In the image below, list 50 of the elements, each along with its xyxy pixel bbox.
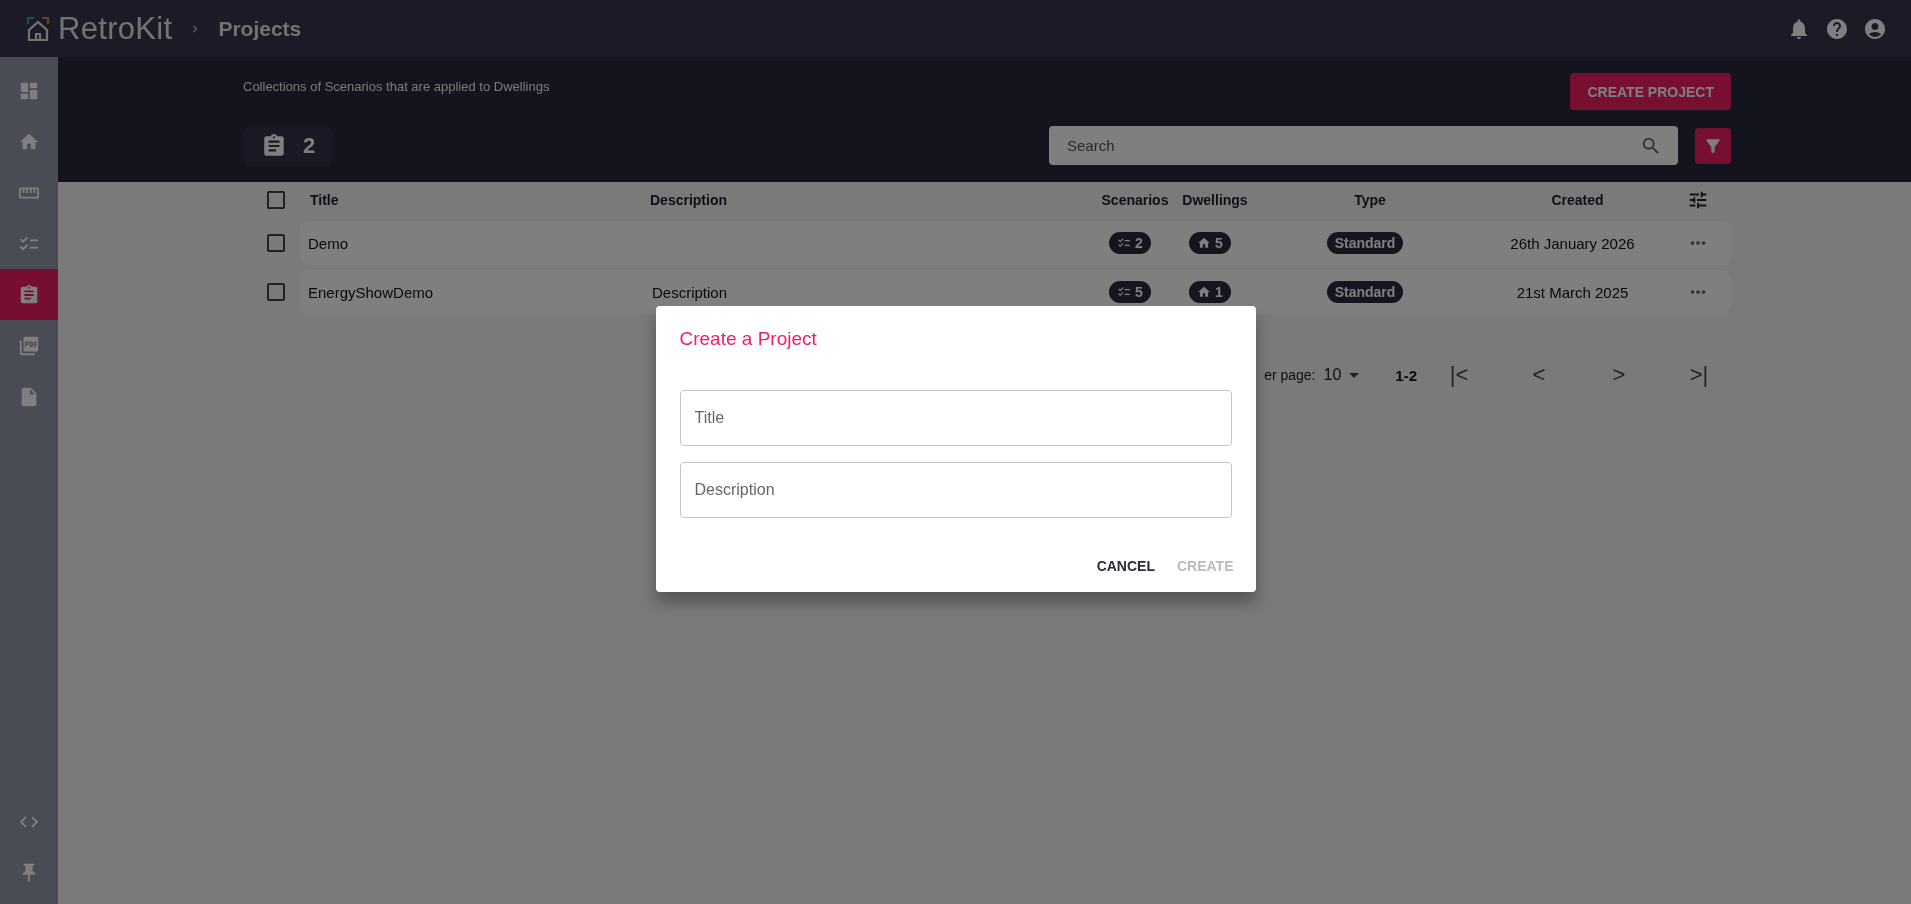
house-logo-icon (26, 15, 50, 42)
page-button[interactable]: >| (1659, 361, 1739, 389)
page-subtitle: Collections of Scenarios that are applied to Dwellings (243, 79, 550, 94)
filter-button[interactable] (1695, 127, 1731, 164)
title-cell-text: Demo (307, 234, 348, 252)
project-count: 2 (303, 133, 316, 159)
search-field[interactable]: Search (1049, 126, 1678, 165)
description-cell-text: Description (651, 283, 728, 301)
dialog-title: Create a Project (679, 328, 818, 350)
pdf-icon (18, 334, 40, 357)
dropdown-caret-icon (1349, 372, 1360, 378)
column-header[interactable]: Created (1541, 192, 1604, 208)
input-field[interactable]: Description (679, 462, 1232, 518)
select-all-checkbox[interactable] (267, 191, 285, 209)
app-name: RetroKit (58, 10, 173, 47)
create-project-button[interactable]: CREATE PROJECT (1570, 73, 1731, 110)
column-header[interactable]: Dwellings (1172, 192, 1248, 208)
rows-per-page-label: er page: (1264, 367, 1316, 383)
created-cell: 21st March 2025 (1516, 283, 1629, 301)
column-header[interactable]: Type (1344, 192, 1386, 208)
column-header[interactable]: Title (300, 192, 339, 208)
page-button[interactable]: |< (1419, 361, 1499, 389)
row-checkbox[interactable] (267, 283, 285, 301)
rows-per-page-select[interactable]: 10 (1323, 366, 1360, 384)
scenarios-badge: 5 (1109, 281, 1151, 303)
dwellings-badge: 1 (1189, 281, 1231, 303)
account-icon[interactable] (1863, 16, 1887, 41)
page-button[interactable]: > (1579, 361, 1659, 389)
sidebar-item[interactable] (0, 269, 58, 320)
scenarios-badge: 2 (1109, 232, 1151, 254)
table-row[interactable]: Demo 2 5 Standard 26th January 2026 (300, 221, 1731, 265)
search-input[interactable]: Search (1065, 136, 1640, 155)
clipboard-icon (18, 283, 40, 306)
clipboard-icon (261, 133, 287, 159)
dwellings-badge: 5 (1189, 232, 1231, 254)
type-badge: Standard (1326, 281, 1404, 303)
help-icon[interactable] (1825, 16, 1849, 41)
page-range: 1-2 (1395, 366, 1417, 384)
breadcrumb[interactable]: Projects (218, 16, 302, 41)
column-header[interactable]: Scenarios (1091, 192, 1169, 208)
table-row[interactable]: EnergyShowDemo Description 5 1 Standard 21st March 2025 (300, 270, 1731, 314)
type-badge: Standard (1326, 232, 1404, 254)
page-button[interactable]: < (1499, 361, 1579, 389)
tune-icon[interactable] (1687, 189, 1709, 211)
title-cell-text: EnergyShowDemo (307, 283, 434, 301)
row-checkbox[interactable] (267, 234, 285, 252)
column-header[interactable]: Description (640, 192, 727, 208)
input-field[interactable]: Title (679, 390, 1232, 446)
dialog-button[interactable]: CANCEL (1088, 552, 1163, 580)
created-cell: 26th January 2026 (1510, 234, 1635, 252)
